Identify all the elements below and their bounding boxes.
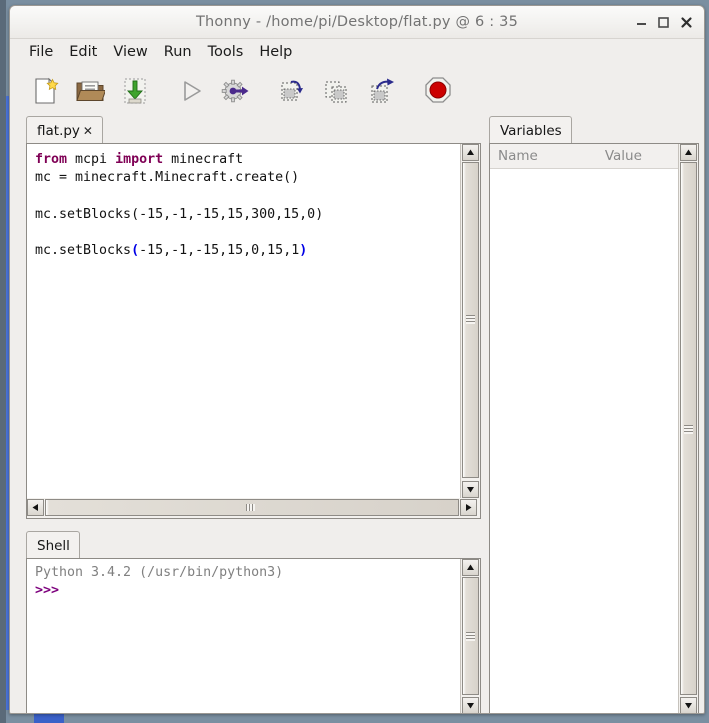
save-file-button[interactable] xyxy=(116,72,154,110)
variables-frame: Name Value xyxy=(489,143,699,713)
debug-icon xyxy=(221,76,251,106)
menu-bar: File Edit View Run Tools Help xyxy=(10,39,704,66)
debug-button[interactable] xyxy=(217,72,255,110)
editor-tab-row: flat.py ✕ xyxy=(26,115,481,144)
tab-close-icon[interactable]: ✕ xyxy=(83,124,93,138)
main-content: flat.py ✕ from mcpi import minecraft mc =… xyxy=(10,115,704,713)
tab-flat-py[interactable]: flat.py ✕ xyxy=(26,116,103,144)
tab-label: Shell xyxy=(37,537,70,554)
menu-item-run[interactable]: Run xyxy=(156,42,200,63)
step-into-icon xyxy=(322,76,352,106)
variables-column-header: Name Value xyxy=(490,144,679,169)
stop-icon xyxy=(423,76,453,106)
variables-rows-container xyxy=(490,170,679,713)
close-button[interactable] xyxy=(679,15,694,30)
shell-tab-row: Shell xyxy=(26,530,481,559)
scroll-down-arrow[interactable] xyxy=(680,697,697,713)
tab-shell[interactable]: Shell xyxy=(26,531,80,559)
editor-vscroll-thumb[interactable] xyxy=(462,162,479,478)
window-title: Thonny - /home/pi/Desktop/flat.py @ 6 : … xyxy=(195,14,518,30)
column-header-name[interactable]: Name xyxy=(498,148,538,164)
shell-vertical-scrollbar[interactable] xyxy=(460,559,480,713)
column-header-value[interactable]: Value xyxy=(605,148,642,164)
variables-vscroll-thumb[interactable] xyxy=(680,162,697,695)
new-file-button[interactable] xyxy=(26,72,64,110)
editor-horizontal-scrollbar[interactable] xyxy=(27,498,480,518)
open-file-icon xyxy=(75,76,105,106)
code-line: from mcpi import minecraft xyxy=(35,152,244,167)
thonny-window: Thonny - /home/pi/Desktop/flat.py @ 6 : … xyxy=(9,5,705,714)
run-icon xyxy=(176,76,206,106)
editor-frame: from mcpi import minecraft mc = minecraft… xyxy=(26,143,481,519)
tab-variables[interactable]: Variables xyxy=(489,116,572,144)
minimize-button[interactable] xyxy=(634,15,649,30)
step-over-button[interactable] xyxy=(273,72,311,110)
menu-item-help[interactable]: Help xyxy=(251,42,300,63)
save-file-icon xyxy=(120,76,150,106)
variables-tab-row: Variables xyxy=(489,115,699,144)
step-out-button[interactable] xyxy=(363,72,401,110)
menu-item-tools[interactable]: Tools xyxy=(200,42,252,63)
shell-pane: Shell Python 3.4.2 (/usr/bin/python3) >>> xyxy=(26,530,481,713)
variables-pane: Variables Name Value xyxy=(489,115,699,713)
menu-item-edit[interactable]: Edit xyxy=(61,42,105,63)
step-out-icon xyxy=(367,76,397,106)
scroll-up-arrow[interactable] xyxy=(680,144,697,161)
variables-vertical-scrollbar[interactable] xyxy=(678,144,698,713)
step-into-button[interactable] xyxy=(318,72,356,110)
new-file-icon xyxy=(30,76,60,106)
code-line: mc.setBlocks(-15,-1,-15,15,0,15,1) xyxy=(35,243,308,259)
scroll-up-arrow[interactable] xyxy=(462,144,479,161)
scroll-down-arrow[interactable] xyxy=(462,697,479,713)
step-over-icon xyxy=(277,76,307,106)
background-taskbar-strip xyxy=(34,713,64,723)
editor-hscroll-thumb[interactable] xyxy=(45,499,459,516)
stop-button[interactable] xyxy=(419,72,457,110)
scroll-up-arrow[interactable] xyxy=(462,559,479,576)
code-line: mc.setBlocks(-15,-1,-15,15,300,15,0) xyxy=(35,206,324,222)
title-bar[interactable]: Thonny - /home/pi/Desktop/flat.py @ 6 : … xyxy=(10,6,704,39)
scroll-right-arrow[interactable] xyxy=(460,499,477,516)
tab-label: flat.py xyxy=(37,122,80,139)
shell-output[interactable]: Python 3.4.2 (/usr/bin/python3) >>> xyxy=(27,559,461,600)
scroll-left-arrow[interactable] xyxy=(27,499,44,516)
tab-label: Variables xyxy=(500,122,562,139)
open-file-button[interactable] xyxy=(71,72,109,110)
shell-frame: Python 3.4.2 (/usr/bin/python3) >>> xyxy=(26,558,481,713)
run-button[interactable] xyxy=(172,72,210,110)
toolbar xyxy=(10,66,704,116)
maximize-button[interactable] xyxy=(656,15,671,30)
editor-pane: flat.py ✕ from mcpi import minecraft mc =… xyxy=(26,115,481,519)
shell-prompt: >>> xyxy=(35,583,60,598)
code-text-area[interactable]: from mcpi import minecraft mc = minecraft… xyxy=(27,144,461,474)
menu-item-file[interactable]: File xyxy=(21,42,61,63)
scroll-down-arrow[interactable] xyxy=(462,481,479,498)
shell-vscroll-thumb[interactable] xyxy=(462,577,479,695)
menu-item-view[interactable]: View xyxy=(105,42,155,63)
code-line: mc = minecraft.Minecraft.create() xyxy=(35,170,300,186)
shell-banner: Python 3.4.2 (/usr/bin/python3) xyxy=(35,565,284,580)
editor-vertical-scrollbar[interactable] xyxy=(460,144,480,498)
